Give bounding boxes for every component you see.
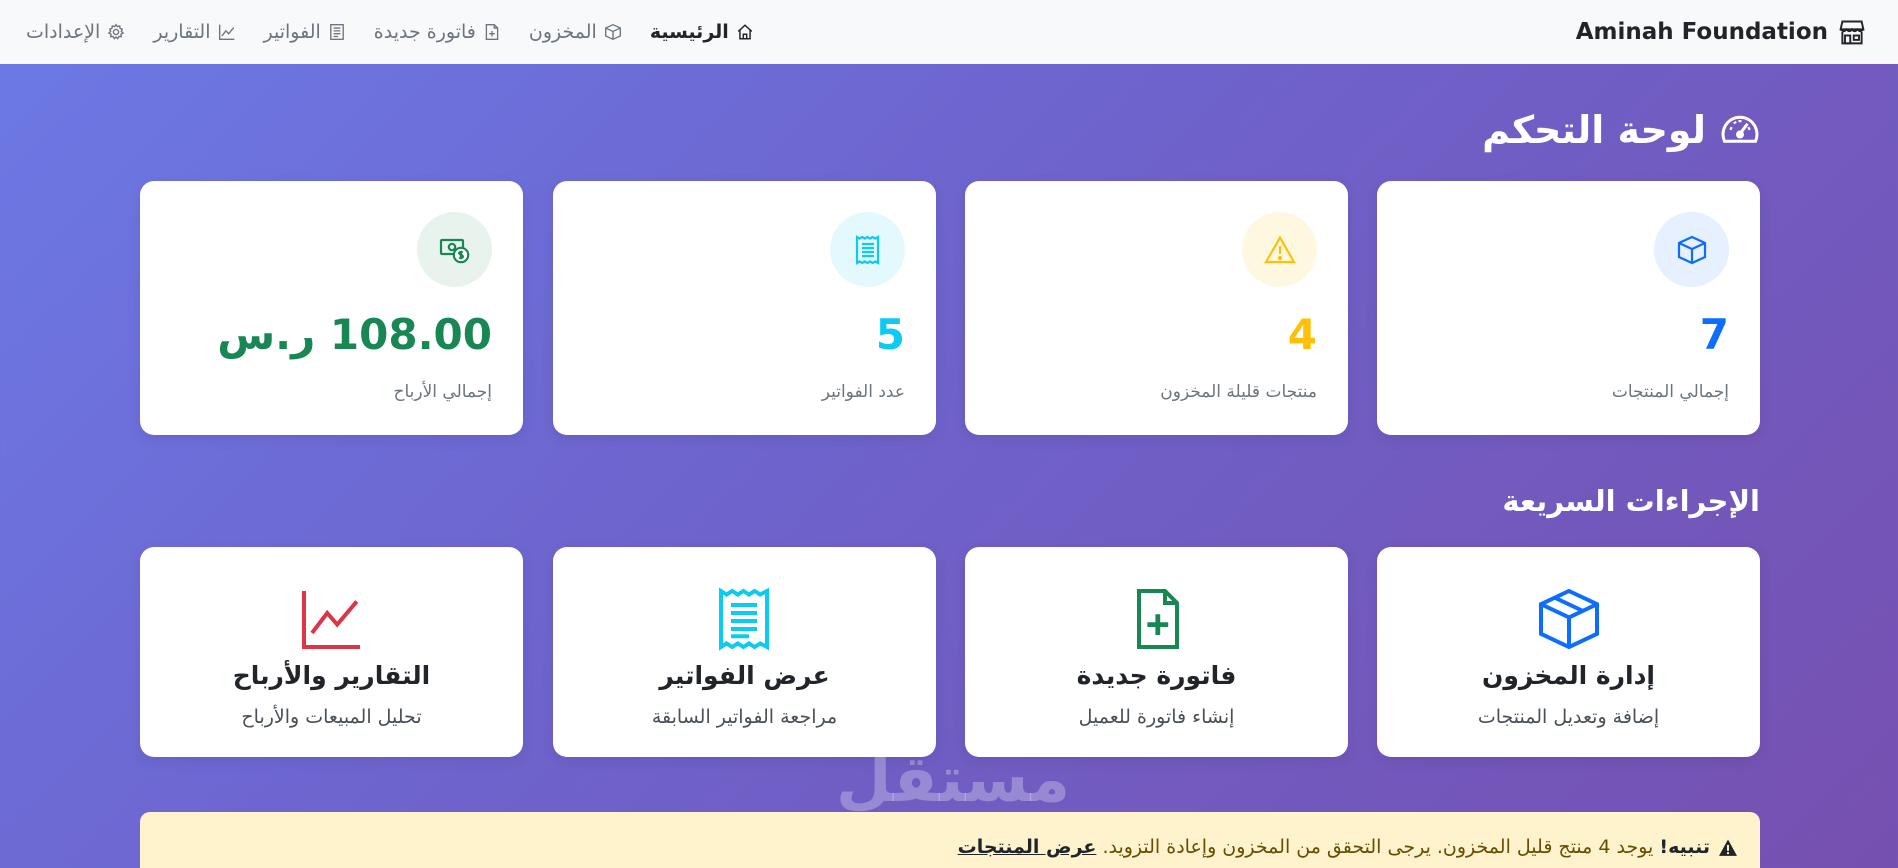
stat-card-low-stock: 4 منتجات قليلة المخزون bbox=[965, 181, 1348, 435]
nav-settings[interactable]: الإعدادات bbox=[26, 21, 125, 43]
stat-icon-wrap bbox=[1654, 212, 1729, 287]
nav-reports-label: التقارير bbox=[153, 21, 211, 43]
stat-card-invoice-count: 5 عدد الفواتير bbox=[553, 181, 936, 435]
file-plus-icon bbox=[1136, 589, 1179, 649]
action-subtitle: مراجعة الفواتير السابقة bbox=[651, 706, 838, 728]
stat-card-total-profit: 108.00 ر.س إجمالي الأرباح bbox=[140, 181, 523, 435]
chart-line-icon bbox=[218, 24, 234, 40]
nav-inventory-label: المخزون bbox=[528, 21, 597, 43]
low-stock-alert: تنبيه! يوجد 4 منتج قليل المخزون. يرجى ال… bbox=[140, 812, 1760, 868]
stat-label: منتجات قليلة المخزون bbox=[1160, 382, 1317, 402]
watermark-arabic: مستقل bbox=[836, 743, 1071, 817]
alert-text: تنبيه! يوجد 4 منتج قليل المخزون. يرجى ال… bbox=[958, 836, 1710, 858]
page-title-text: لوحة التحكم bbox=[1482, 108, 1706, 152]
action-card-new-invoice[interactable]: فاتورة جديدة إنشاء فاتورة للعميل bbox=[965, 547, 1348, 757]
chart-line-icon bbox=[301, 591, 360, 649]
box-icon bbox=[1538, 588, 1599, 650]
brand-name: Aminah Foundation bbox=[1575, 19, 1828, 45]
stat-value: 7 bbox=[1699, 310, 1729, 359]
cash-icon bbox=[439, 238, 469, 263]
action-title: التقارير والأرباح bbox=[232, 661, 431, 690]
receipt-icon bbox=[855, 234, 879, 265]
alert-view-products-link[interactable]: عرض المنتجات bbox=[958, 836, 1097, 858]
stat-card-total-products: 7 إجمالي المنتجات bbox=[1377, 181, 1760, 435]
nav-reports[interactable]: التقارير bbox=[153, 21, 235, 43]
gear-icon bbox=[108, 23, 125, 40]
nav-settings-label: الإعدادات bbox=[26, 21, 101, 43]
stat-icon-wrap bbox=[1242, 212, 1317, 287]
receipt-icon bbox=[329, 24, 344, 40]
top-navbar: Aminah Foundation الرئيسية المخزون فاتور… bbox=[0, 0, 1898, 64]
box-icon bbox=[604, 23, 621, 41]
alert-message: يوجد 4 منتج قليل المخزون. يرجى التحقق من… bbox=[1102, 836, 1654, 858]
stat-label: إجمالي الأرباح bbox=[393, 382, 492, 402]
action-title: عرض الفواتير bbox=[659, 661, 830, 690]
nav-links: الرئيسية المخزون فاتورة جديدة الفواتير ا… bbox=[26, 21, 754, 43]
stat-label: عدد الفواتير bbox=[821, 382, 905, 402]
nav-home[interactable]: الرئيسية bbox=[650, 21, 754, 43]
action-title: فاتورة جديدة bbox=[1076, 661, 1237, 690]
action-icon-wrap bbox=[965, 587, 1348, 651]
stat-value: 108.00 ر.س bbox=[217, 310, 492, 359]
stat-icon-wrap bbox=[417, 212, 492, 287]
nav-inventory[interactable]: المخزون bbox=[529, 21, 622, 43]
receipt-icon bbox=[718, 587, 769, 651]
home-icon bbox=[737, 24, 753, 40]
file-plus-icon bbox=[485, 24, 499, 40]
action-subtitle: تحليل المبيعات والأرباح bbox=[241, 706, 422, 728]
action-icon-wrap bbox=[140, 587, 523, 651]
action-title: إدارة المخزون bbox=[1482, 661, 1655, 690]
warning-icon bbox=[1263, 234, 1296, 263]
quick-actions-title: الإجراءات السريعة bbox=[1502, 484, 1760, 518]
stat-value: 5 bbox=[875, 310, 905, 359]
nav-new-invoice[interactable]: فاتورة جديدة bbox=[374, 21, 501, 43]
nav-invoices[interactable]: الفواتير bbox=[264, 21, 346, 43]
action-subtitle: إضافة وتعديل المنتجات bbox=[1477, 706, 1660, 728]
nav-home-label: الرئيسية bbox=[649, 21, 729, 43]
nav-new-invoice-label: فاتورة جديدة bbox=[373, 21, 476, 43]
stat-label: إجمالي المنتجات bbox=[1611, 382, 1729, 402]
stat-icon-wrap bbox=[830, 212, 905, 287]
shop-icon bbox=[1839, 20, 1865, 45]
box-icon bbox=[1677, 235, 1706, 264]
page-title: لوحة التحكم bbox=[1482, 100, 1760, 160]
alert-strong: تنبيه! bbox=[1659, 836, 1710, 858]
action-icon-wrap bbox=[553, 587, 936, 651]
nav-invoices-label: الفواتير bbox=[263, 21, 321, 43]
action-icon-wrap bbox=[1377, 587, 1760, 651]
brand[interactable]: Aminah Foundation bbox=[1576, 18, 1866, 46]
warning-icon bbox=[1719, 839, 1737, 856]
speedometer-icon bbox=[1721, 115, 1759, 143]
action-card-reports[interactable]: التقارير والأرباح تحليل المبيعات والأربا… bbox=[140, 547, 523, 757]
action-card-inventory[interactable]: إدارة المخزون إضافة وتعديل المنتجات bbox=[1377, 547, 1760, 757]
action-card-view-invoices[interactable]: عرض الفواتير مراجعة الفواتير السابقة bbox=[553, 547, 936, 757]
stat-value: 4 bbox=[1287, 310, 1317, 359]
action-subtitle: إنشاء فاتورة للعميل bbox=[1078, 706, 1235, 728]
